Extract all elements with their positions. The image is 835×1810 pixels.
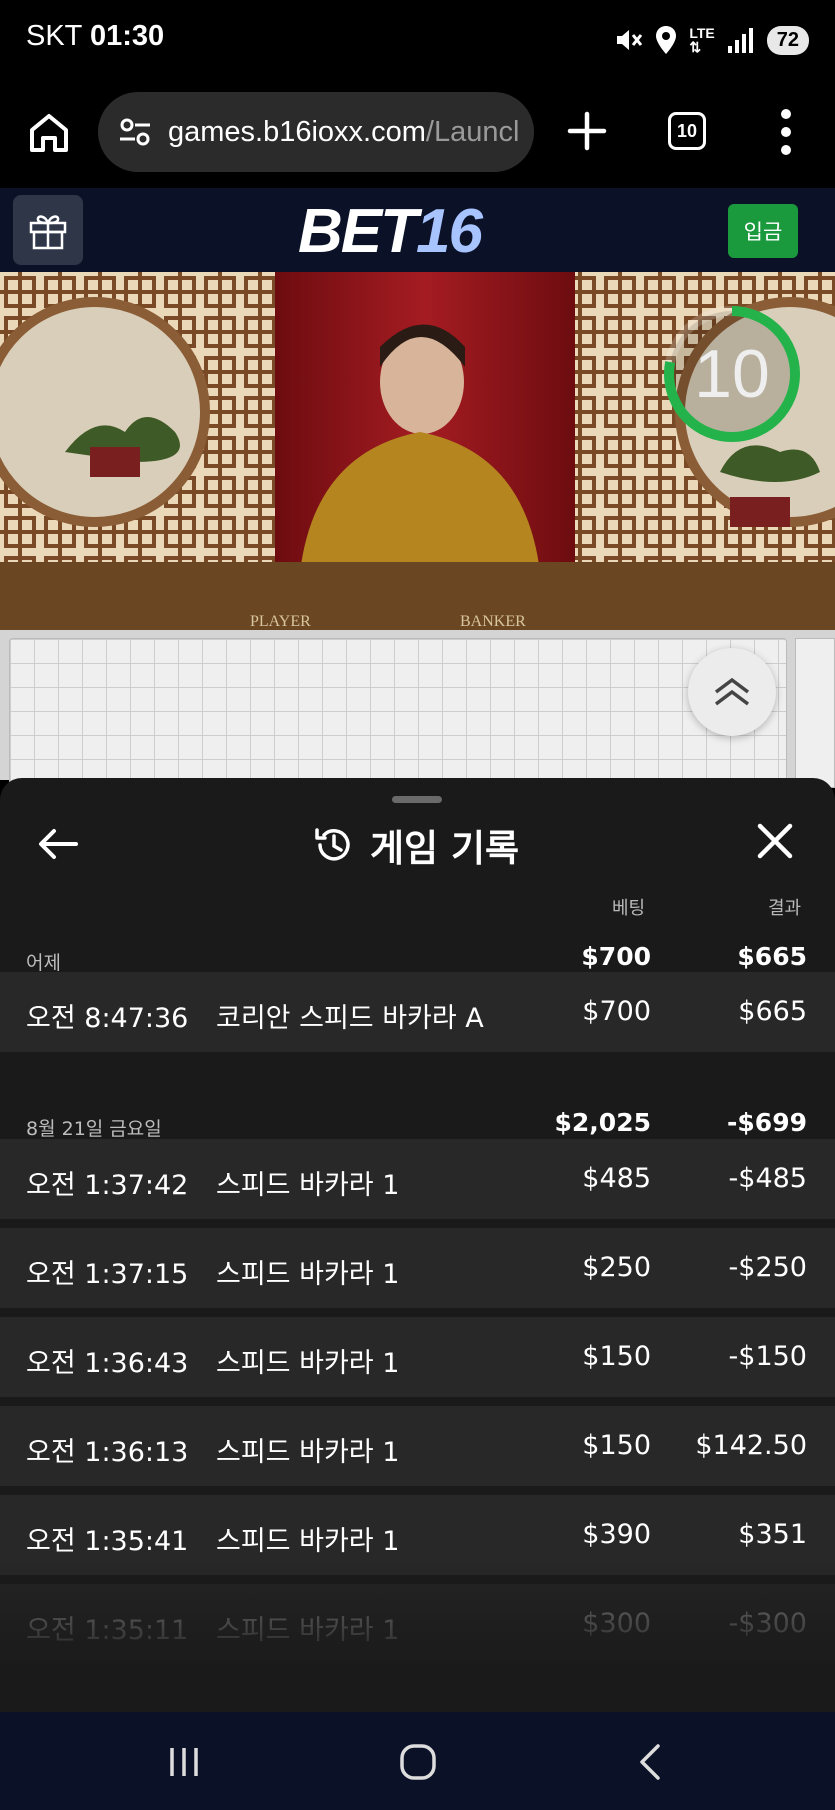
group-bet-total: $700	[581, 942, 651, 971]
svg-text:PLAYER: PLAYER	[250, 613, 311, 630]
history-row[interactable]: 오전 8:47:36 코리안 스피드 바카라 A $700 $665	[0, 972, 835, 1052]
row-game: 스피드 바카라 1	[216, 1259, 400, 1290]
address-bar[interactable]: games.b16ioxx.com/Launcl	[98, 92, 534, 172]
chevron-up-double-icon	[714, 677, 750, 706]
network-type: LTE	[689, 25, 715, 41]
url-text: games.b16ioxx.com/Launcl	[168, 116, 519, 149]
url-path: /Launcl	[425, 115, 520, 148]
row-game: 코리안 스피드 바카라 A	[216, 1003, 484, 1034]
row-time: 오전 1:36:43	[26, 1348, 189, 1379]
column-header-result: 결과	[768, 898, 802, 919]
history-row[interactable]: 오전 1:37:42 스피드 바카라 1 $485 -$485	[0, 1139, 835, 1219]
browser-toolbar: games.b16ioxx.com/Launcl 10	[0, 80, 835, 188]
history-row[interactable]: 오전 1:36:43 스피드 바카라 1 $150 -$150	[0, 1317, 835, 1397]
row-game: 스피드 바카라 1	[216, 1615, 400, 1646]
group-date-label: 8월 21일 금요일	[26, 1118, 162, 1140]
row-time: 오전 1:35:11	[26, 1615, 189, 1646]
group-result-total: -$699	[727, 1108, 807, 1137]
expand-button[interactable]	[688, 648, 776, 736]
deposit-button[interactable]: 입금	[728, 204, 798, 258]
sheet-title-group: 게임 기록	[312, 818, 519, 872]
mute-icon	[617, 30, 643, 50]
status-icons: LTE ⇅ 72	[613, 22, 809, 58]
row-result: -$250	[728, 1252, 807, 1283]
row-bet: $150	[582, 1430, 651, 1461]
history-row[interactable]: 오전 1:36:13 스피드 바카라 1 $150 $142.50	[0, 1406, 835, 1486]
roadmap-grid	[9, 638, 787, 788]
logo-text-bet: BET	[298, 197, 418, 266]
tab-switcher-button[interactable]: 10	[668, 112, 706, 150]
recent-apps-icon[interactable]	[160, 1738, 208, 1786]
logo-text-number: 16	[416, 197, 483, 266]
group-bet-total: $2,025	[554, 1108, 651, 1137]
site-settings-icon[interactable]	[118, 115, 152, 149]
group-result-total: $665	[737, 942, 807, 971]
status-bar: SKT 01:30 LTE ⇅ 72	[0, 0, 835, 80]
row-time: 오전 1:35:41	[26, 1526, 189, 1557]
history-row[interactable]: 오전 1:35:11 스피드 바카라 1 $300 -$300	[0, 1584, 835, 1664]
close-icon[interactable]	[754, 820, 796, 862]
game-history-sheet: 게임 기록 베팅 결과 어제 $700 $665 오전 8:47:36 코리안 …	[0, 778, 835, 1712]
back-arrow-icon[interactable]	[36, 822, 80, 866]
site-header: BET16 입금	[0, 188, 835, 272]
row-bet: $700	[582, 996, 651, 1027]
row-result: $351	[738, 1519, 807, 1550]
row-time: 오전 1:37:42	[26, 1170, 189, 1201]
row-game: 스피드 바카라 1	[216, 1437, 400, 1468]
location-icon	[656, 26, 677, 54]
lte-icon: LTE ⇅	[689, 25, 715, 55]
countdown-number: 10	[694, 336, 770, 412]
back-nav-icon[interactable]	[628, 1738, 676, 1786]
roadmap-grid-secondary	[795, 638, 835, 788]
home-nav-icon[interactable]	[394, 1738, 442, 1786]
row-bet: $390	[582, 1519, 651, 1550]
url-domain: games.b16ioxx.com	[168, 115, 426, 148]
carrier-and-time: SKT 01:30	[26, 20, 164, 53]
row-result: -$300	[728, 1608, 807, 1639]
sheet-title: 게임 기록	[370, 827, 520, 870]
gift-icon	[29, 215, 67, 250]
row-bet: $485	[582, 1163, 651, 1194]
signal-icon	[727, 28, 753, 53]
row-time: 오전 1:36:13	[26, 1437, 189, 1468]
history-icon	[315, 828, 350, 861]
row-result: -$150	[728, 1341, 807, 1372]
svg-text:BANKER: BANKER	[460, 613, 526, 630]
clock: 01:30	[89, 20, 165, 52]
row-result: $142.50	[695, 1430, 807, 1461]
row-game: 스피드 바카라 1	[216, 1170, 400, 1201]
column-header-bet: 베팅	[612, 898, 646, 919]
history-row[interactable]: 오전 1:35:41 스피드 바카라 1 $390 $351	[0, 1495, 835, 1575]
battery-icon: 72	[766, 25, 809, 55]
row-result: -$485	[728, 1163, 807, 1194]
live-dealer-video[interactable]: PLAYER BANKER 10	[0, 272, 835, 630]
row-bet: $150	[582, 1341, 651, 1372]
row-time: 오전 1:37:15	[26, 1259, 189, 1290]
home-icon[interactable]	[24, 108, 74, 158]
system-navigation-bar	[0, 1712, 835, 1810]
row-bet: $300	[582, 1608, 651, 1639]
roadmap-area	[0, 630, 835, 788]
more-icon[interactable]	[768, 106, 804, 158]
row-game: 스피드 바카라 1	[216, 1526, 400, 1557]
row-result: $665	[738, 996, 807, 1027]
site-logo[interactable]: BET16	[298, 196, 483, 267]
row-game: 스피드 바카라 1	[216, 1348, 400, 1379]
plus-icon[interactable]	[562, 106, 612, 156]
sheet-drag-handle[interactable]	[392, 796, 442, 803]
carrier: SKT	[26, 20, 82, 52]
gift-button[interactable]	[13, 195, 83, 265]
row-bet: $250	[582, 1252, 651, 1283]
group-date-label: 어제	[26, 952, 61, 974]
row-time: 오전 8:47:36	[26, 1003, 189, 1034]
history-row[interactable]: 오전 1:37:15 스피드 바카라 1 $250 -$250	[0, 1228, 835, 1308]
